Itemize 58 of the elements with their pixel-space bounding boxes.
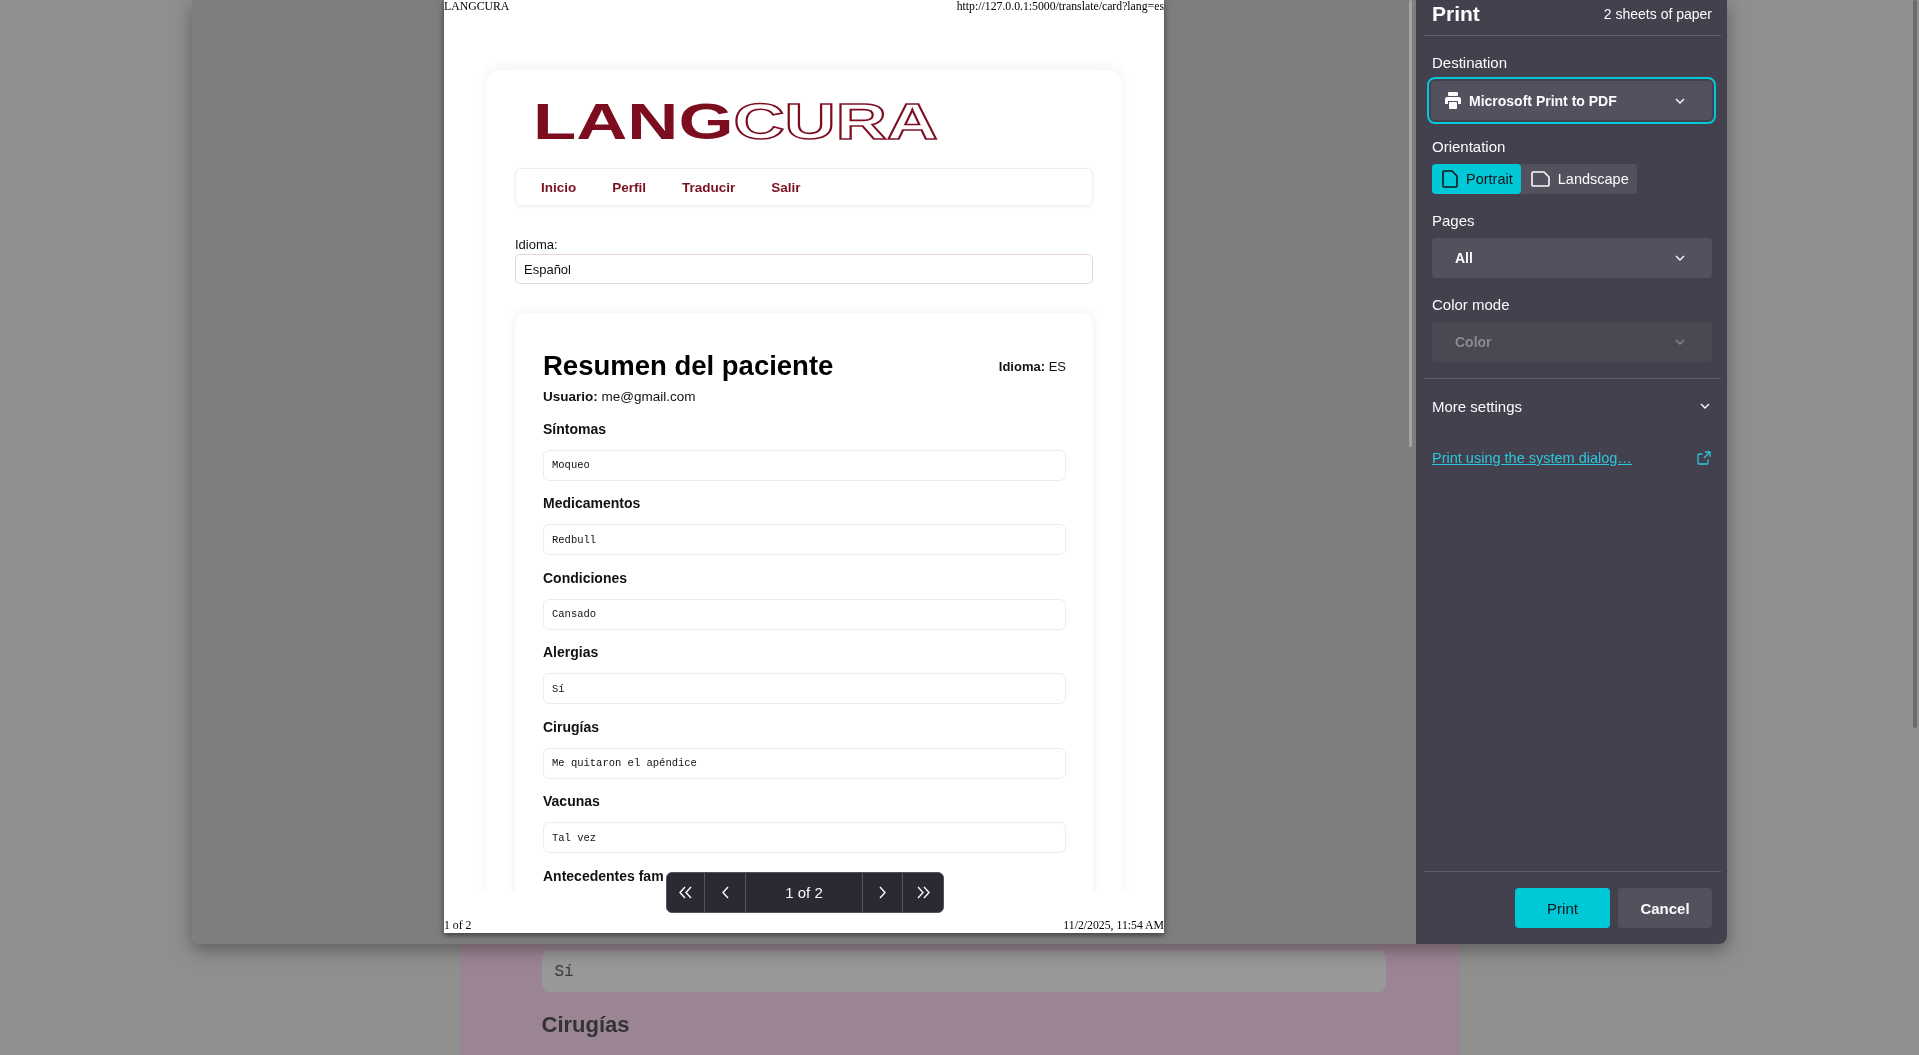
- pages-label: Pages: [1432, 212, 1475, 230]
- background-field: Sí: [541, 951, 1386, 992]
- user-email: Usuario: me@gmail.com: [543, 388, 696, 406]
- field-label: Idioma:: [515, 237, 558, 253]
- system-dialog-link[interactable]: Print using the system dialog…: [1432, 449, 1632, 467]
- section-heading: Medicamentos: [543, 494, 641, 512]
- scrollbar-thumb[interactable]: [1913, 0, 1917, 728]
- summary-field: Me quitaron el apéndice: [543, 747, 1066, 779]
- first-page-button[interactable]: [667, 873, 705, 912]
- section-heading: Alergias: [543, 643, 599, 661]
- logo: LANGCURA: [533, 97, 938, 147]
- page-icon: [1442, 170, 1458, 188]
- page-footer-number: 1 of 2: [444, 919, 472, 933]
- section-heading: Síntomas: [543, 419, 606, 438]
- dialog-title: Print: [1432, 1, 1480, 27]
- orientation-option[interactable]: Landscape: [1520, 164, 1637, 194]
- page-header-url: http://127.0.0.1:5000/translate/card?lang=es: [956, 0, 1164, 14]
- section-heading: Cirugías: [543, 717, 599, 736]
- section-heading: Condiciones: [543, 568, 627, 587]
- nav-link[interactable]: Inicio: [523, 179, 595, 195]
- page-header-title: LANGCURA: [444, 0, 510, 14]
- page-icon: [1530, 171, 1550, 187]
- printer-icon: [1444, 92, 1462, 109]
- chevron-right-icon: [879, 886, 886, 899]
- summary-field: Tal vez: [543, 822, 1066, 853]
- chevron-down-icon: [1675, 255, 1685, 261]
- chevron-down-icon: [1675, 97, 1685, 104]
- more-settings-toggle[interactable]: More settings: [1432, 396, 1712, 416]
- summary-field: Redbull: [543, 524, 1066, 555]
- chevron-left-icon: [721, 886, 729, 899]
- destination-select[interactable]: Microsoft Print to PDF: [1427, 77, 1716, 124]
- chevron-down-icon: [1675, 339, 1685, 345]
- double-chevron-right-icon: [916, 886, 930, 899]
- nav-link[interactable]: Perfil: [594, 179, 665, 195]
- orientation-label: Orientation: [1432, 138, 1506, 156]
- print-button[interactable]: Print: [1515, 888, 1610, 928]
- summary-field: Sí: [543, 673, 1066, 704]
- scrollbar-thumb[interactable]: [1409, 0, 1412, 447]
- color-mode-label: Color mode: [1432, 296, 1510, 314]
- double-chevron-left-icon: [679, 886, 692, 899]
- nav-link[interactable]: Salir: [753, 179, 819, 195]
- cancel-button[interactable]: Cancel: [1618, 888, 1712, 928]
- background-heading: Cirugías: [541, 1012, 630, 1038]
- orientation-option[interactable]: Portrait: [1432, 164, 1521, 194]
- summary-field: Cansado: [543, 598, 1066, 630]
- pages-select[interactable]: All: [1432, 238, 1712, 278]
- sheet-count: 2 sheets of paper: [1603, 5, 1712, 23]
- section-heading: Vacunas: [543, 792, 600, 810]
- chevron-down-icon: [1700, 403, 1710, 409]
- language-code: Idioma: ES: [998, 358, 1066, 374]
- nav-link[interactable]: Traducir: [664, 179, 754, 195]
- summary-title: Resumen del paciente: [543, 350, 834, 382]
- section-heading: Antecedentes fam: [543, 866, 664, 885]
- destination-label: Destination: [1432, 54, 1508, 72]
- summary-field: Moqueo: [543, 449, 1066, 481]
- external-link-icon[interactable]: [1697, 451, 1711, 465]
- page-footer-date: 11/2/2025, 11:54 AM: [1063, 919, 1164, 933]
- language-select[interactable]: Español: [515, 254, 1093, 284]
